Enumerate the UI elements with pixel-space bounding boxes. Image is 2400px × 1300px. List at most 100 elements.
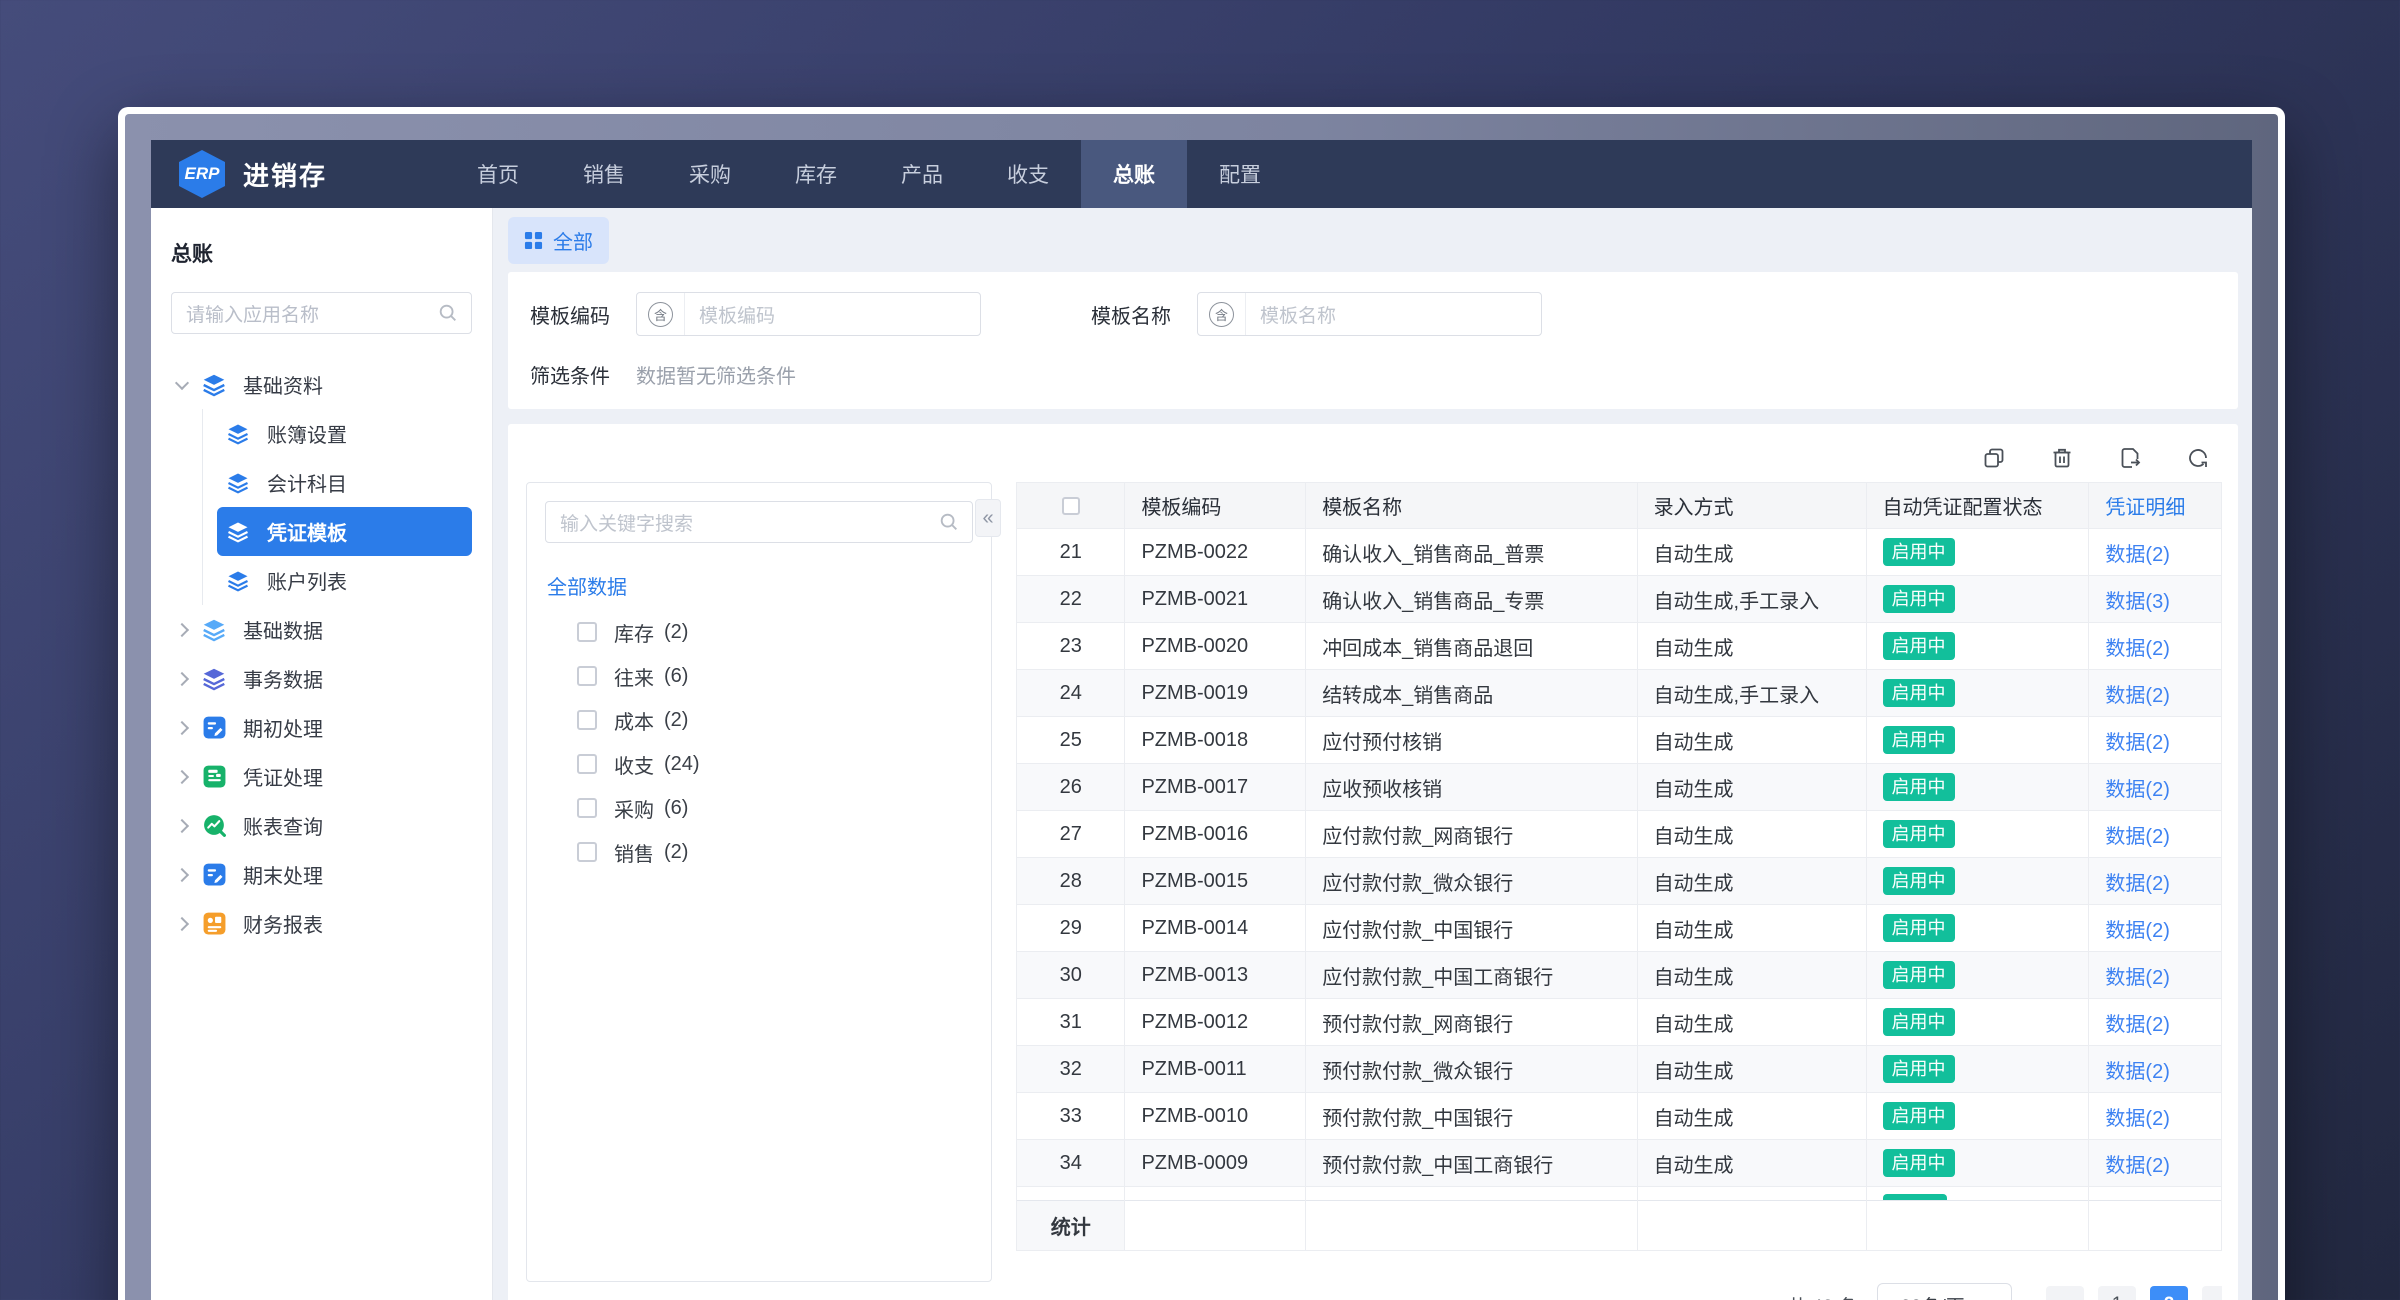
table-row[interactable]: 24 PZMB-0019 结转成本_销售商品 自动生成,手工录入 启用中 数据(…: [1017, 670, 2222, 717]
table-row[interactable]: 25 PZMB-0018 应付预付核销 自动生成 启用中 数据(2): [1017, 717, 2222, 764]
data-detail-link[interactable]: 数据(2): [2105, 1061, 2169, 1083]
chevron-right-icon[interactable]: [175, 867, 189, 881]
chevron-right-icon[interactable]: [175, 622, 189, 636]
contains-icon[interactable]: 含: [1198, 293, 1246, 335]
table-row[interactable]: 29 PZMB-0014 应付款付款_中国银行 自动生成 启用中 数据(2): [1017, 905, 2222, 952]
category-item[interactable]: 收支 (24): [545, 742, 973, 786]
data-detail-link[interactable]: 数据(2): [2105, 685, 2169, 707]
table-row[interactable]: 21 PZMB-0022 确认收入_销售商品_普票 自动生成 启用中 数据(2): [1017, 529, 2222, 576]
data-detail-link[interactable]: 数据(2): [2105, 920, 2169, 942]
data-detail-link[interactable]: 数据(2): [2105, 873, 2169, 895]
filter-card: 模板编码 含 模板编码 模板名称 含 模板名称: [508, 272, 2238, 409]
contains-icon[interactable]: 含: [637, 293, 685, 335]
nav-item[interactable]: 产品: [869, 140, 975, 208]
nav-item[interactable]: 首页: [445, 140, 551, 208]
nav-item[interactable]: 销售: [551, 140, 657, 208]
data-detail-link[interactable]: 数据(2): [2105, 1014, 2169, 1036]
tree-item-shiwushuju[interactable]: 事务数据: [171, 654, 472, 703]
col-header-detail[interactable]: 凭证明细: [2089, 483, 2222, 529]
tree-item-jichuziliao[interactable]: 基础资料: [171, 360, 472, 409]
tree-item-zhanghuliebiao[interactable]: 账户列表: [217, 556, 472, 605]
tree-item-qichuchuli[interactable]: 期初处理: [171, 703, 472, 752]
data-detail-link[interactable]: 数据(2): [2105, 1155, 2169, 1177]
sidebar-search-input[interactable]: 请输入应用名称: [171, 292, 472, 334]
tree-item-kuaijikemu[interactable]: 会计科目: [217, 458, 472, 507]
category-item[interactable]: 采购 (6): [545, 786, 973, 830]
top-navbar: ERP 进销存 首页 销售 采购 库存 产品 收支: [151, 140, 2252, 208]
checkbox[interactable]: [577, 666, 597, 686]
status-badge: 启用中: [1883, 773, 1955, 801]
status-badge: 启用中: [1883, 1008, 1955, 1036]
statistics-label: 统计: [1017, 1201, 1125, 1251]
next-page-button[interactable]: [2202, 1286, 2222, 1300]
data-detail-link[interactable]: 数据(2): [2105, 826, 2169, 848]
layers-icon: [225, 421, 251, 447]
table-row[interactable]: 22 PZMB-0021 确认收入_销售商品_专票 自动生成,手工录入 启用中 …: [1017, 576, 2222, 623]
nav-item[interactable]: 配置: [1187, 140, 1293, 208]
page-number-button[interactable]: 1: [2098, 1286, 2136, 1300]
tab-all[interactable]: 全部: [508, 217, 609, 264]
data-detail-link[interactable]: 数据(2): [2105, 732, 2169, 754]
cell-name: 应付款付款_中国工商银行: [1306, 952, 1637, 999]
category-item[interactable]: 库存 (2): [545, 610, 973, 654]
select-all-header[interactable]: [1017, 483, 1125, 529]
prev-page-button[interactable]: ‹: [2046, 1286, 2084, 1300]
nav-item[interactable]: 总账: [1081, 140, 1187, 208]
checkbox[interactable]: [577, 710, 597, 730]
page-number-button[interactable]: 2: [2150, 1286, 2188, 1300]
checkbox[interactable]: [577, 798, 597, 818]
data-detail-link[interactable]: 数据(2): [2105, 1108, 2169, 1130]
checkbox[interactable]: [577, 622, 597, 642]
all-data-link[interactable]: 全部数据: [547, 571, 973, 600]
tree-item-jichushuju[interactable]: 基础数据: [171, 605, 472, 654]
table-row[interactable]: 28 PZMB-0015 应付款付款_微众银行 自动生成 启用中 数据(2): [1017, 858, 2222, 905]
tree-item-pingzhengchuli[interactable]: 凭证处理: [171, 752, 472, 801]
export-icon[interactable]: [2118, 446, 2142, 470]
category-item[interactable]: 成本 (2): [545, 698, 973, 742]
filter-input-code[interactable]: 含 模板编码: [636, 292, 981, 336]
data-detail-link[interactable]: 数据(2): [2105, 638, 2169, 660]
checkbox[interactable]: [1062, 497, 1080, 515]
refresh-icon[interactable]: [2186, 446, 2210, 470]
filter-input-name[interactable]: 含 模板名称: [1197, 292, 1542, 336]
chevron-right-icon[interactable]: [175, 916, 189, 930]
cell-method: 自动生成: [1637, 811, 1866, 858]
checkbox[interactable]: [577, 842, 597, 862]
tree-item-zhangbushezhi[interactable]: 账簿设置: [217, 409, 472, 458]
page-size-select[interactable]: 20条/页 ∨: [1877, 1283, 2012, 1300]
tree-item-qimochuli[interactable]: 期末处理: [171, 850, 472, 899]
table-row[interactable]: 34 PZMB-0009 预付款付款_中国工商银行 自动生成 启用中 数据(2): [1017, 1140, 2222, 1187]
table-row[interactable]: 27 PZMB-0016 应付款付款_网商银行 自动生成 启用中 数据(2): [1017, 811, 2222, 858]
category-count: (6): [664, 797, 688, 820]
table-row[interactable]: 30 PZMB-0013 应付款付款_中国工商银行 自动生成 启用中 数据(2): [1017, 952, 2222, 999]
category-item[interactable]: 销售 (2): [545, 830, 973, 874]
table-row[interactable]: 32 PZMB-0011 预付款付款_微众银行 自动生成 启用中 数据(2): [1017, 1046, 2222, 1093]
data-detail-link[interactable]: 数据(2): [2105, 544, 2169, 566]
chevron-right-icon[interactable]: [175, 769, 189, 783]
table-row[interactable]: 23 PZMB-0020 冲回成本_销售商品退回 自动生成 启用中 数据(2): [1017, 623, 2222, 670]
tree-item-caiwubaobiao[interactable]: 财务报表: [171, 899, 472, 948]
nav-item[interactable]: 库存: [763, 140, 869, 208]
tree-item-zhangbiaochaxun[interactable]: 账表查询: [171, 801, 472, 850]
chevron-right-icon[interactable]: [175, 671, 189, 685]
nav-item[interactable]: 收支: [975, 140, 1081, 208]
nav-item[interactable]: 采购: [657, 140, 763, 208]
data-detail-link[interactable]: 数据(2): [2105, 967, 2169, 989]
keyword-search-input[interactable]: 输入关键字搜索: [545, 501, 973, 543]
tree-item-pingzhengmuban-selected[interactable]: 凭证模板: [217, 507, 472, 556]
category-item[interactable]: 往来 (6): [545, 654, 973, 698]
chevron-down-icon[interactable]: [175, 375, 189, 389]
table-viewport[interactable]: 模板编码 模板名称 录入方式 自动凭证配置状态 凭证明细: [1016, 482, 2222, 1276]
data-detail-link[interactable]: 数据(2): [2105, 779, 2169, 801]
table-row[interactable]: 31 PZMB-0012 预付款付款_网商银行 自动生成 启用中 数据(2): [1017, 999, 2222, 1046]
chevron-right-icon[interactable]: [175, 818, 189, 832]
table-row[interactable]: 33 PZMB-0010 预付款付款_中国银行 自动生成 启用中 数据(2): [1017, 1093, 2222, 1140]
collapse-panel-button[interactable]: «: [975, 499, 1001, 537]
copy-icon[interactable]: [1982, 446, 2006, 470]
cell-code: PZMB-0011: [1125, 1046, 1306, 1093]
delete-icon[interactable]: [2050, 446, 2074, 470]
checkbox[interactable]: [577, 754, 597, 774]
table-row[interactable]: 26 PZMB-0017 应收预收核销 自动生成 启用中 数据(2): [1017, 764, 2222, 811]
data-detail-link[interactable]: 数据(3): [2105, 591, 2169, 613]
chevron-right-icon[interactable]: [175, 720, 189, 734]
